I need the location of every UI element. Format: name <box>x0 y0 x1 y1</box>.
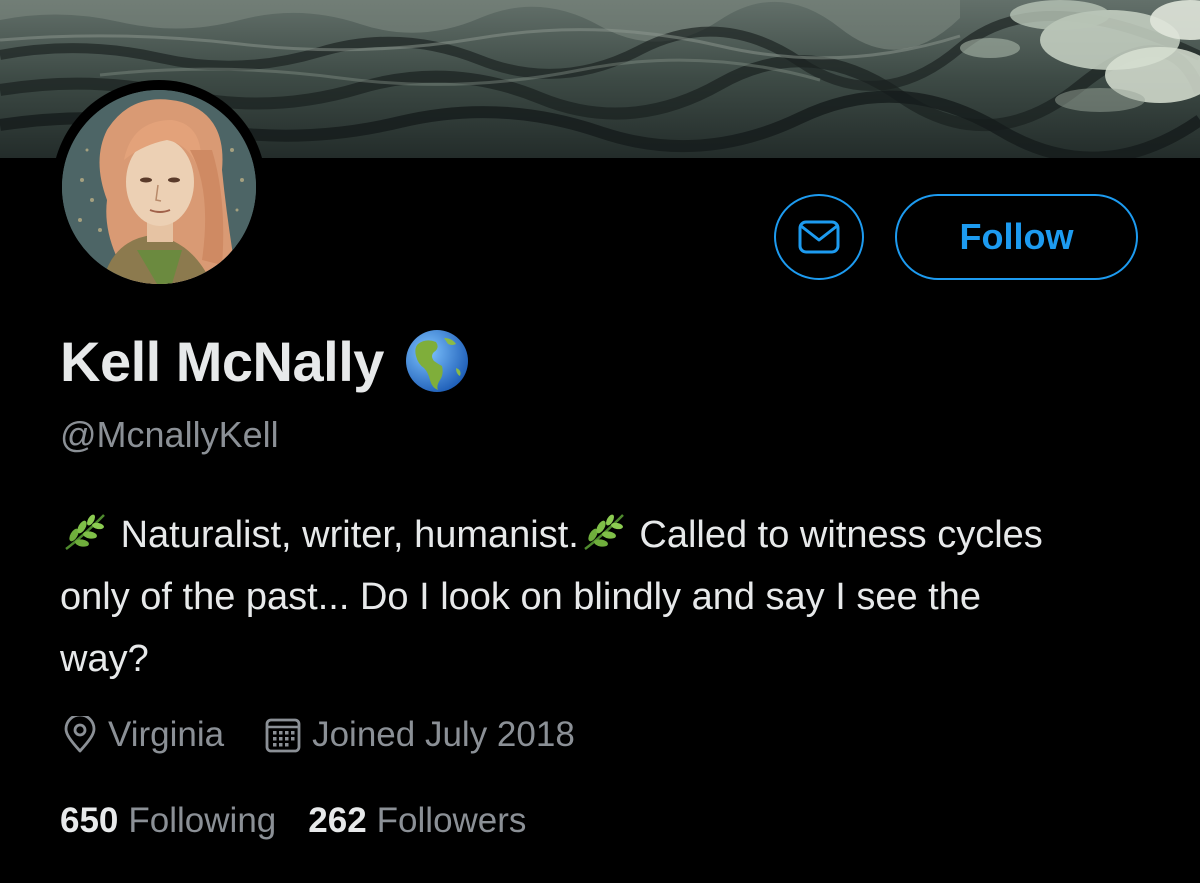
followers-label: Followers <box>376 801 527 840</box>
following-label: Following <box>128 801 277 840</box>
location-item: Virginia <box>62 715 224 755</box>
profile-stats: 650 Following 262 Followers <box>60 798 558 844</box>
avatar[interactable] <box>52 80 266 294</box>
joined-text: Joined July 2018 <box>312 715 575 754</box>
calendar-icon <box>265 718 301 753</box>
follow-button[interactable]: Follow <box>895 194 1138 280</box>
profile-name-row: Kell McNally <box>60 326 470 396</box>
follow-button-label: Follow <box>959 216 1074 257</box>
herb-icon <box>65 514 105 550</box>
message-button[interactable] <box>774 194 864 280</box>
avatar-portrait-image <box>62 90 256 284</box>
location-pin-icon <box>64 716 96 753</box>
followers-link[interactable]: 262 Followers <box>308 801 526 841</box>
following-count: 650 <box>60 801 119 840</box>
location-text: Virginia <box>108 715 225 754</box>
following-link[interactable]: 650 Following <box>60 801 276 841</box>
envelope-icon <box>798 220 840 254</box>
profile-meta: Virginia Joined July 2018 <box>62 712 615 758</box>
bio-text-part1: Naturalist, writer, humanist. <box>120 514 579 556</box>
profile-bio: Naturalist, writer, humanist. Called to … <box>60 504 1060 690</box>
profile-name: Kell McNally <box>60 329 384 393</box>
followers-count: 262 <box>308 801 367 840</box>
herb-icon <box>584 514 624 550</box>
profile-handle: @McnallyKell <box>60 414 279 455</box>
joined-item: Joined July 2018 <box>264 715 575 755</box>
globe-americas-icon <box>405 330 468 392</box>
